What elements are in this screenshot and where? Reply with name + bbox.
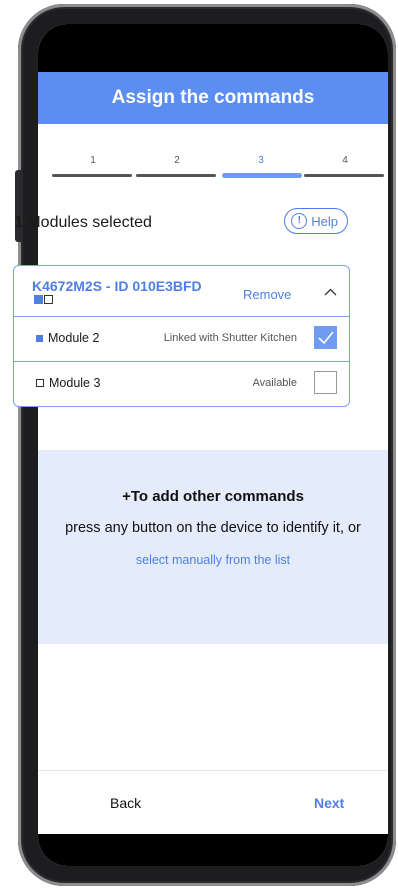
module-label: Module 3: [36, 376, 100, 390]
selected-count: 1: [14, 214, 23, 231]
selected-label: Modules selected: [22, 214, 152, 231]
add-commands-panel: +To add other commands press any button …: [38, 450, 388, 644]
module-status: Available: [252, 377, 297, 389]
module-filled-square: [36, 334, 43, 342]
step-number: 2: [174, 155, 180, 166]
module-squares-icon: [34, 295, 53, 304]
module-filled-square: [34, 295, 43, 304]
status-bar-area: [38, 24, 388, 72]
module-label: Module 2: [36, 331, 99, 345]
module-checkbox[interactable]: [314, 326, 337, 349]
add-commands-title: +To add other commands: [122, 488, 304, 505]
module-empty-square: [44, 295, 53, 304]
step-bar: [136, 174, 216, 177]
device-card: K4672M2S - ID 010E3BFD Remove Module 2 L…: [13, 265, 350, 407]
add-commands-description: press any button on the device to identi…: [65, 520, 361, 536]
chevron-up-icon[interactable]: [324, 286, 337, 299]
question-circle-icon: !: [291, 213, 308, 229]
step-4: 4: [304, 154, 386, 177]
selection-summary: 1 Modules selected ! Help: [14, 208, 348, 238]
stepper: 1 2 3 4: [52, 154, 388, 184]
step-number: 4: [342, 155, 348, 166]
back-button[interactable]: Back: [110, 795, 141, 811]
device-header[interactable]: K4672M2S - ID 010E3BFD Remove: [14, 266, 349, 317]
module-status: Linked with Shutter Kitchen: [163, 332, 297, 344]
step-1: 1: [52, 154, 134, 177]
home-indicator-area: [38, 834, 388, 866]
module-row-module-2[interactable]: Module 2 Linked with Shutter Kitchen: [14, 317, 349, 362]
page-title: Assign the commands: [38, 72, 388, 124]
select-manually-link[interactable]: select manually from the list: [38, 553, 388, 567]
device-name: K4672M2S - ID 010E3BFD: [32, 278, 202, 294]
step-2: 2: [136, 154, 218, 177]
check-icon: [318, 331, 334, 345]
remove-button[interactable]: Remove: [243, 287, 291, 302]
module-name: Module 2: [48, 331, 100, 345]
help-label: Help: [311, 213, 338, 229]
module-name: Module 3: [49, 376, 101, 390]
module-checkbox[interactable]: [314, 371, 337, 394]
step-bar: [304, 174, 384, 177]
step-number: 1: [90, 155, 96, 166]
step-bar-active: [222, 173, 302, 178]
next-button[interactable]: Next: [314, 795, 344, 811]
step-bar: [52, 174, 132, 177]
module-row-module-3[interactable]: Module 3 Available: [14, 362, 349, 406]
footer-bar: Back Next: [38, 770, 388, 835]
step-number: 3: [258, 155, 264, 166]
step-3: 3: [220, 154, 302, 178]
app-screen: Assign the commands 1 2 3 4: [38, 24, 388, 866]
help-button[interactable]: ! Help: [284, 208, 348, 234]
module-empty-square: [36, 379, 44, 387]
